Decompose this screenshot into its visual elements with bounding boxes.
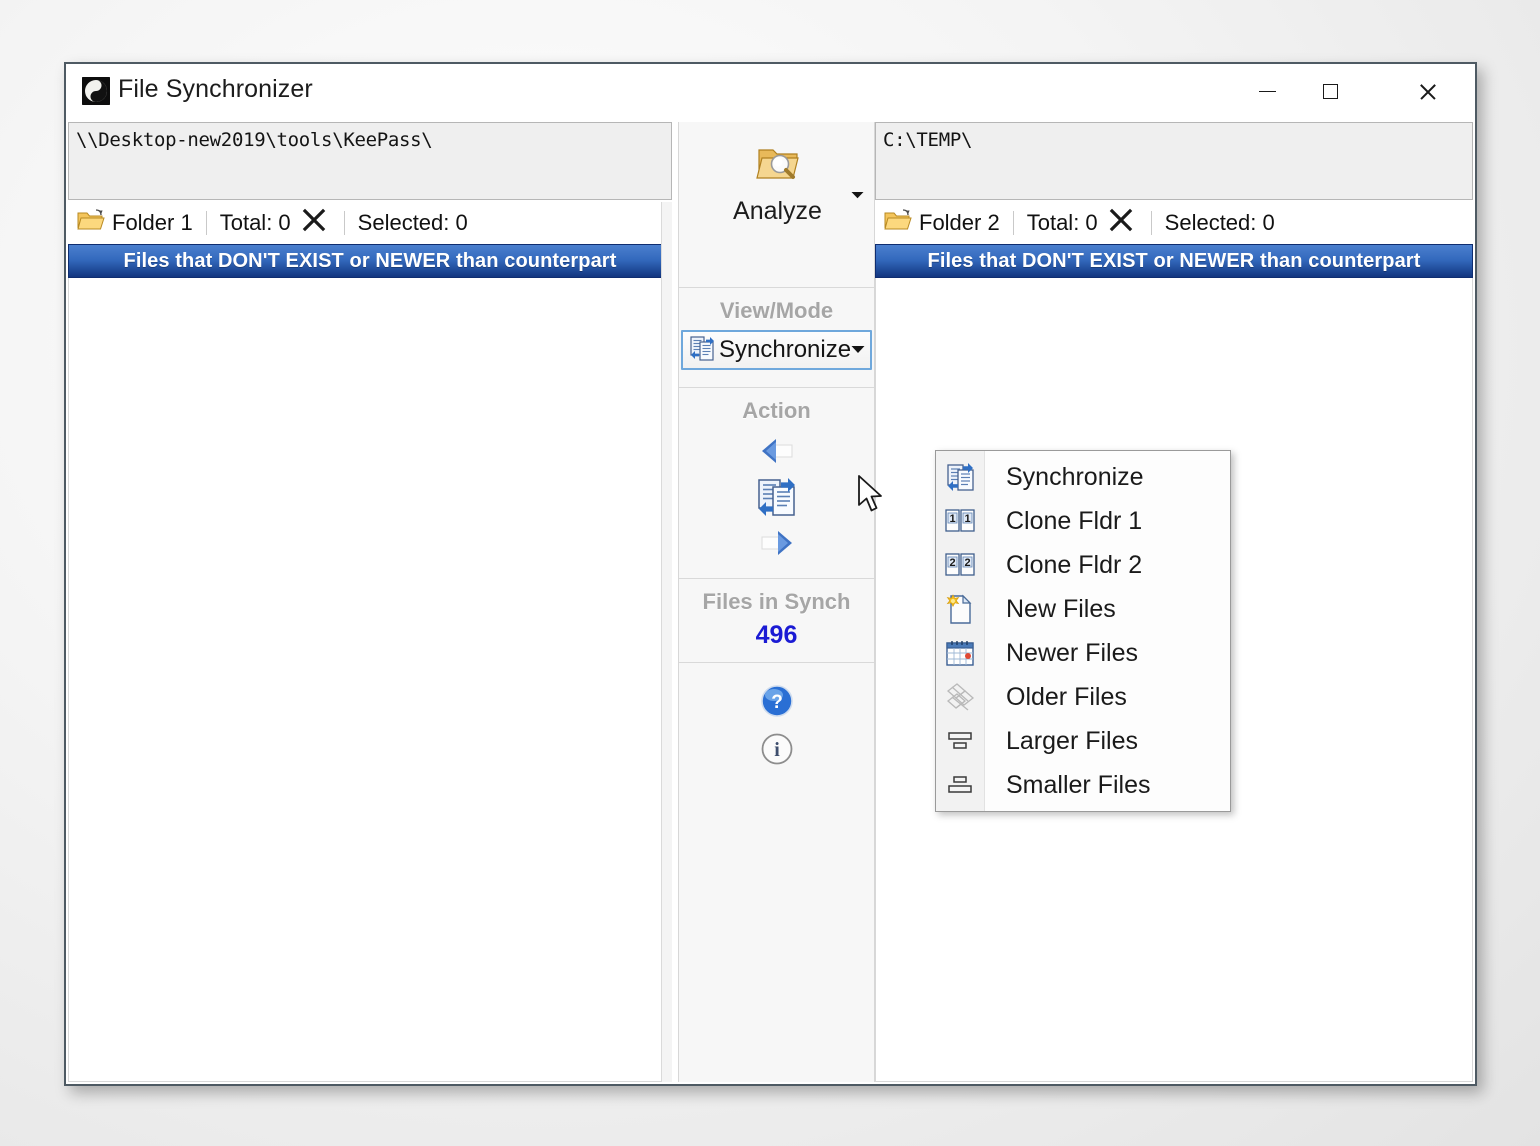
menu-item-clone-fldr-2[interactable]: 2 2 Clone Fldr 2 [936, 543, 1230, 587]
analyze-label: Analyze [733, 197, 822, 225]
chevron-down-icon [851, 341, 865, 359]
copy-to-right-button[interactable] [679, 522, 874, 568]
folder-1-header-bar: Files that DON'T EXIST or NEWER than cou… [68, 244, 672, 278]
folder-1-panel: \\Desktop-new2019\tools\KeePass\ Folder … [68, 120, 672, 1084]
svg-text:2: 2 [949, 557, 955, 569]
clone-folder-1-icon: 1 1 [936, 507, 984, 535]
folder-1-label: Folder 1 [112, 210, 193, 235]
menu-item-newer-files[interactable]: Newer Files [936, 631, 1230, 675]
older-files-icon [936, 682, 984, 712]
open-folder-icon[interactable] [884, 208, 912, 238]
menu-item-clone-fldr-1[interactable]: 1 1 Clone Fldr 1 [936, 499, 1230, 543]
folder-1-path-field[interactable]: \\Desktop-new2019\tools\KeePass\ [68, 122, 672, 200]
menu-item-label: Older Files [1006, 682, 1127, 711]
svg-text:?: ? [771, 692, 783, 713]
menu-item-label: New Files [1006, 594, 1116, 623]
help-button[interactable]: ? [679, 679, 874, 727]
info-button[interactable]: i [679, 727, 874, 775]
center-toolbar: Analyze View/Mode Synchronize Action Fil… [678, 122, 875, 1082]
view-mode-dropdown[interactable]: Synchronize [681, 330, 872, 370]
synchronize-icon [936, 461, 984, 493]
svg-text:2: 2 [964, 557, 970, 569]
chevron-down-icon [851, 186, 864, 204]
maximize-icon [1323, 84, 1338, 99]
synchronize-action-button[interactable] [679, 476, 874, 522]
menu-item-larger-files[interactable]: Larger Files [936, 719, 1230, 763]
folder-1-file-list[interactable] [68, 278, 672, 1082]
separator [343, 211, 345, 235]
arrow-left-icon [756, 436, 798, 471]
folder-2-selected: Selected: 0 [1164, 210, 1275, 235]
window-body: \\Desktop-new2019\tools\KeePass\ Folder … [66, 120, 1475, 1084]
folder-2-total: Total: 0 [1026, 210, 1098, 235]
folder-1-info-row: Folder 1 Total: 0 Selected: 0 [68, 202, 672, 244]
clone-folder-2-icon: 2 2 [936, 551, 984, 579]
menu-item-label: Smaller Files [1006, 770, 1151, 799]
help-icon: ? [760, 684, 794, 723]
folder-1-selected: Selected: 0 [357, 210, 468, 235]
view-mode-menu[interactable]: Synchronize 1 1 Clone Fldr 1 2 2 Clone F… [935, 450, 1231, 812]
folder-1-path-text: \\Desktop-new2019\tools\KeePass\ [76, 129, 433, 151]
close-button[interactable] [1396, 64, 1459, 119]
view-mode-label: View/Mode [719, 298, 834, 323]
menu-item-label: Synchronize [1006, 462, 1144, 491]
synchronize-icon [689, 334, 715, 367]
synchronize-icon [755, 475, 799, 524]
maximize-button[interactable] [1299, 64, 1362, 119]
newer-files-calendar-icon [936, 638, 984, 668]
svg-text:1: 1 [949, 513, 955, 525]
menu-item-smaller-files[interactable]: Smaller Files [936, 763, 1230, 807]
analyze-dropdown-button[interactable] [848, 188, 866, 202]
smaller-files-icon [936, 773, 984, 797]
menu-item-new-files[interactable]: New Files [936, 587, 1230, 631]
view-mode-section: View/Mode Synchronize [679, 288, 874, 388]
info-icon: i [760, 732, 794, 771]
open-folder-icon[interactable] [77, 208, 105, 238]
minimize-icon [1259, 90, 1276, 93]
folder-2-path-field[interactable]: C:\TEMP\ [875, 122, 1473, 200]
window-title: File Synchronizer [118, 75, 313, 103]
menu-item-label: Clone Fldr 2 [1006, 550, 1143, 579]
menu-item-label: Clone Fldr 1 [1006, 506, 1143, 535]
help-section: ? i [679, 663, 874, 775]
files-in-synch-count: 496 [755, 621, 798, 649]
x-clear-icon[interactable] [301, 207, 327, 239]
folder-2-label: Folder 2 [919, 210, 1000, 235]
separator [205, 211, 207, 235]
analyze-section: Analyze [679, 122, 874, 288]
menu-item-older-files[interactable]: Older Files [936, 675, 1230, 719]
folder-1-total: Total: 0 [219, 210, 291, 235]
menu-item-label: Newer Files [1006, 638, 1138, 667]
minimize-button[interactable] [1236, 64, 1299, 119]
x-clear-icon[interactable] [1108, 207, 1134, 239]
svg-text:i: i [774, 739, 780, 761]
title-bar: File Synchronizer [66, 64, 1475, 121]
folder-2-info-row: Folder 2 Total: 0 Selected: 0 [875, 202, 1473, 244]
separator [1012, 211, 1014, 235]
copy-to-left-button[interactable] [679, 430, 874, 476]
files-in-synch-section: Files in Synch 496 [679, 579, 874, 663]
close-icon [1418, 82, 1437, 101]
view-mode-value: Synchronize [719, 336, 852, 363]
files-in-synch-label: Files in Synch [702, 589, 851, 614]
folder-2-header-bar: Files that DON'T EXIST or NEWER than cou… [875, 244, 1473, 278]
menu-item-label: Larger Files [1006, 726, 1138, 755]
separator [1150, 211, 1152, 235]
application-window: File Synchronizer \\Desktop-new2019\tool… [64, 62, 1477, 1086]
action-label: Action [742, 398, 811, 423]
yinyang-icon [82, 77, 110, 105]
svg-text:1: 1 [964, 513, 970, 525]
menu-item-synchronize[interactable]: Synchronize [936, 455, 1230, 499]
arrow-right-icon [756, 528, 798, 563]
analyze-button[interactable]: Analyze [705, 144, 850, 254]
folder-2-path-text: C:\TEMP\ [883, 129, 973, 151]
folder-search-icon [755, 144, 801, 191]
larger-files-icon [936, 729, 984, 753]
action-section: Action [679, 388, 874, 579]
new-files-icon [936, 593, 984, 625]
divider [679, 387, 874, 388]
